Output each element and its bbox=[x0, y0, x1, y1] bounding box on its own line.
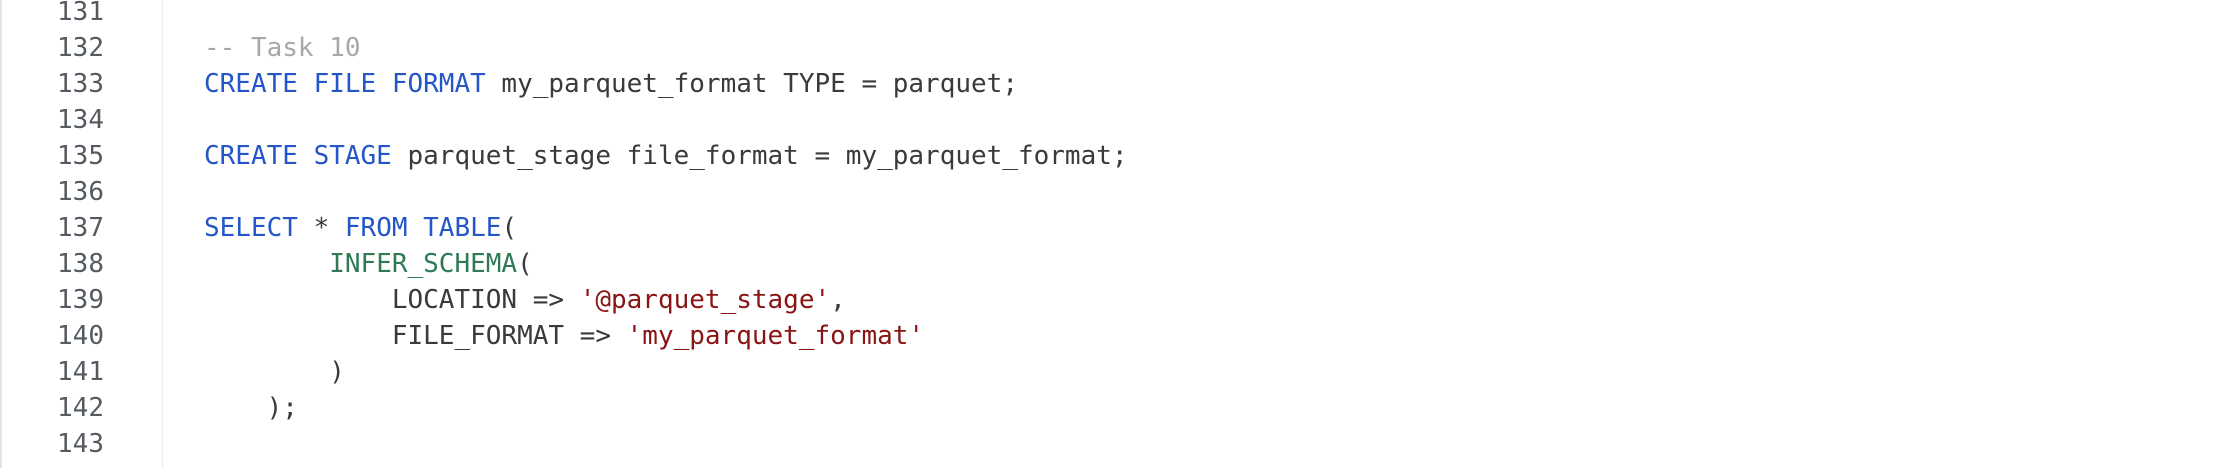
text-token: FILE_FORMAT => bbox=[204, 321, 627, 351]
line-number: 137 bbox=[57, 213, 104, 243]
code-line[interactable]: 140 FILE_FORMAT => 'my_parquet_format' bbox=[0, 318, 2240, 354]
code-line[interactable]: 132 -- Task 10 bbox=[0, 30, 2240, 66]
text-token: LOCATION => bbox=[204, 285, 580, 315]
keyword-token: SELECT bbox=[204, 213, 298, 243]
code-line[interactable]: 134 bbox=[0, 102, 2240, 138]
line-number: 143 bbox=[57, 429, 104, 459]
keyword-token: FROM TABLE bbox=[344, 213, 502, 243]
line-number: 142 bbox=[57, 393, 104, 423]
line-number: 134 bbox=[57, 105, 104, 135]
text-token: ) bbox=[204, 357, 345, 387]
code-line[interactable]: 136 bbox=[0, 174, 2240, 210]
line-number: 138 bbox=[57, 249, 104, 279]
line-number: 141 bbox=[57, 357, 104, 387]
string-token: '@parquet_stage' bbox=[579, 285, 831, 315]
text-token: parquet_stage file_format = my_parquet_f… bbox=[391, 141, 1128, 171]
line-code[interactable]: CREATE FILE FORMAT my_parquet_format TYP… bbox=[204, 66, 1018, 102]
string-token: 'my_parquet_format' bbox=[626, 321, 925, 351]
line-code[interactable]: -- Task 10 bbox=[204, 30, 361, 66]
code-line[interactable]: 143 bbox=[0, 426, 2240, 462]
line-number: 136 bbox=[57, 177, 104, 207]
text-token: * bbox=[297, 213, 345, 243]
line-number: 131 bbox=[57, 0, 104, 27]
line-number: 133 bbox=[57, 69, 104, 99]
keyword-token: CREATE STAGE bbox=[204, 141, 392, 171]
comment-token: -- Task 10 bbox=[204, 33, 361, 63]
code-line[interactable]: 142 ); bbox=[0, 390, 2240, 426]
line-number: 139 bbox=[57, 285, 104, 315]
line-code[interactable]: FILE_FORMAT => 'my_parquet_format' bbox=[204, 318, 924, 354]
code-line[interactable]: 139 LOCATION => '@parquet_stage', bbox=[0, 282, 2240, 318]
text-token: ( bbox=[501, 213, 518, 243]
line-number: 132 bbox=[57, 33, 104, 63]
code-editor[interactable]: 131 132 -- Task 10 133 CREATE FILE FORMAT my… bbox=[0, 0, 2240, 468]
line-number: 140 bbox=[57, 321, 104, 351]
code-line[interactable]: 135 CREATE STAGE parquet_stage file_forma… bbox=[0, 138, 2240, 174]
line-code[interactable]: INFER_SCHEMA( bbox=[204, 246, 533, 282]
line-number: 135 bbox=[57, 141, 104, 171]
line-code[interactable]: LOCATION => '@parquet_stage', bbox=[204, 282, 846, 318]
text-token: ( bbox=[517, 249, 533, 279]
keyword-token: CREATE FILE FORMAT bbox=[204, 69, 486, 99]
text-token: ); bbox=[204, 393, 298, 423]
code-line[interactable]: 133 CREATE FILE FORMAT my_parquet_format … bbox=[0, 66, 2240, 102]
code-line[interactable]: 137 SELECT * FROM TABLE( bbox=[0, 210, 2240, 246]
line-code[interactable]: ) bbox=[204, 354, 345, 390]
text-token: my_parquet_format TYPE = parquet; bbox=[485, 69, 1018, 99]
text-token: , bbox=[830, 285, 846, 315]
function-token: INFER_SCHEMA bbox=[329, 249, 518, 279]
code-line[interactable]: 131 bbox=[0, 0, 2240, 30]
line-code[interactable]: ); bbox=[204, 390, 298, 426]
code-line[interactable]: 141 ) bbox=[0, 354, 2240, 390]
line-code[interactable]: SELECT * FROM TABLE( bbox=[204, 210, 517, 246]
code-line[interactable]: 138 INFER_SCHEMA( bbox=[0, 246, 2240, 282]
line-code[interactable]: CREATE STAGE parquet_stage file_format =… bbox=[204, 138, 1128, 174]
